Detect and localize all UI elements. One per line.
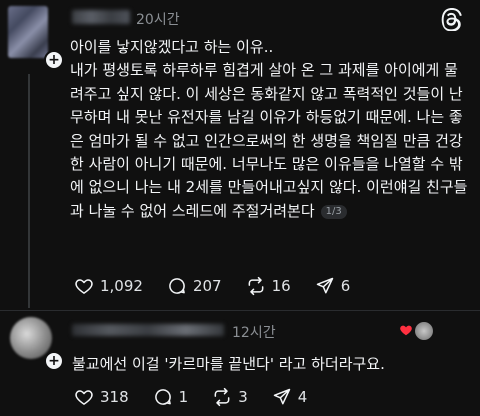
share-count: 6 — [340, 277, 351, 295]
share-button[interactable]: 6 — [315, 276, 351, 296]
thread-connector-line — [28, 74, 30, 308]
comment-icon — [169, 278, 185, 294]
reply-like-count: 318 — [100, 388, 129, 406]
reply-repost-button[interactable]: 3 — [212, 387, 248, 407]
reply-action-bar: 318 1 3 4 — [74, 387, 331, 407]
author-mini-avatar — [414, 321, 434, 341]
reply-username-redacted[interactable] — [72, 324, 224, 336]
reply-follow-plus-icon[interactable]: + — [44, 351, 64, 371]
post-body: 아이를 낳지않겠다고 하는 이유.. 내가 평생토록 하루하루 힘겹게 살아 온… — [70, 36, 470, 223]
threads-logo-icon[interactable] — [438, 6, 464, 32]
reply-like-button[interactable]: 318 — [74, 387, 129, 407]
reply-share-count: 4 — [297, 388, 308, 406]
heart-icon — [75, 390, 93, 405]
comment-button[interactable]: 207 — [167, 276, 222, 296]
avatar[interactable] — [8, 6, 48, 58]
share-icon — [316, 277, 333, 294]
thread-post: + 20시간 아이를 낳지않겠다고 하는 이유.. 내가 평생토록 하루하루 힘… — [0, 0, 480, 310]
repost-count: 16 — [271, 277, 291, 295]
reply-comment-count: 1 — [178, 388, 189, 406]
reply-text: 불교에선 이걸 '카르마를 끝낸다' 라고 하더라구요. — [72, 355, 385, 373]
reply-timestamp: 12시간 — [232, 325, 276, 341]
author-liked-heart-icon — [400, 325, 412, 336]
username-redacted[interactable] — [72, 10, 130, 24]
reply-comment-button[interactable]: 1 — [153, 387, 189, 407]
comment-icon — [154, 389, 171, 405]
post-text: 아이를 낳지않겠다고 하는 이유.. 내가 평생토록 하루하루 힘겹게 살아 온… — [70, 38, 468, 220]
reply-post: + 12시간 불교에선 이걸 '카르마를 끝낸다' 라고 하더라구요. 318 … — [0, 311, 480, 416]
reply-repost-count: 3 — [238, 388, 248, 406]
comment-count: 207 — [192, 277, 222, 295]
repost-button[interactable]: 16 — [246, 276, 291, 296]
like-count: 1,092 — [100, 277, 143, 295]
post-action-bar: 1,092 207 16 6 — [74, 276, 374, 296]
post-timestamp: 20시간 — [136, 12, 180, 28]
page-indicator-badge: 1/3 — [320, 204, 347, 219]
heart-icon — [75, 279, 93, 294]
share-icon — [273, 388, 290, 405]
reply-share-button[interactable]: 4 — [272, 387, 308, 407]
like-button[interactable]: 1,092 — [74, 276, 143, 296]
repost-icon — [248, 276, 264, 296]
repost-icon — [214, 387, 230, 407]
follow-plus-icon[interactable]: + — [44, 50, 64, 70]
reply-avatar[interactable] — [10, 317, 52, 359]
